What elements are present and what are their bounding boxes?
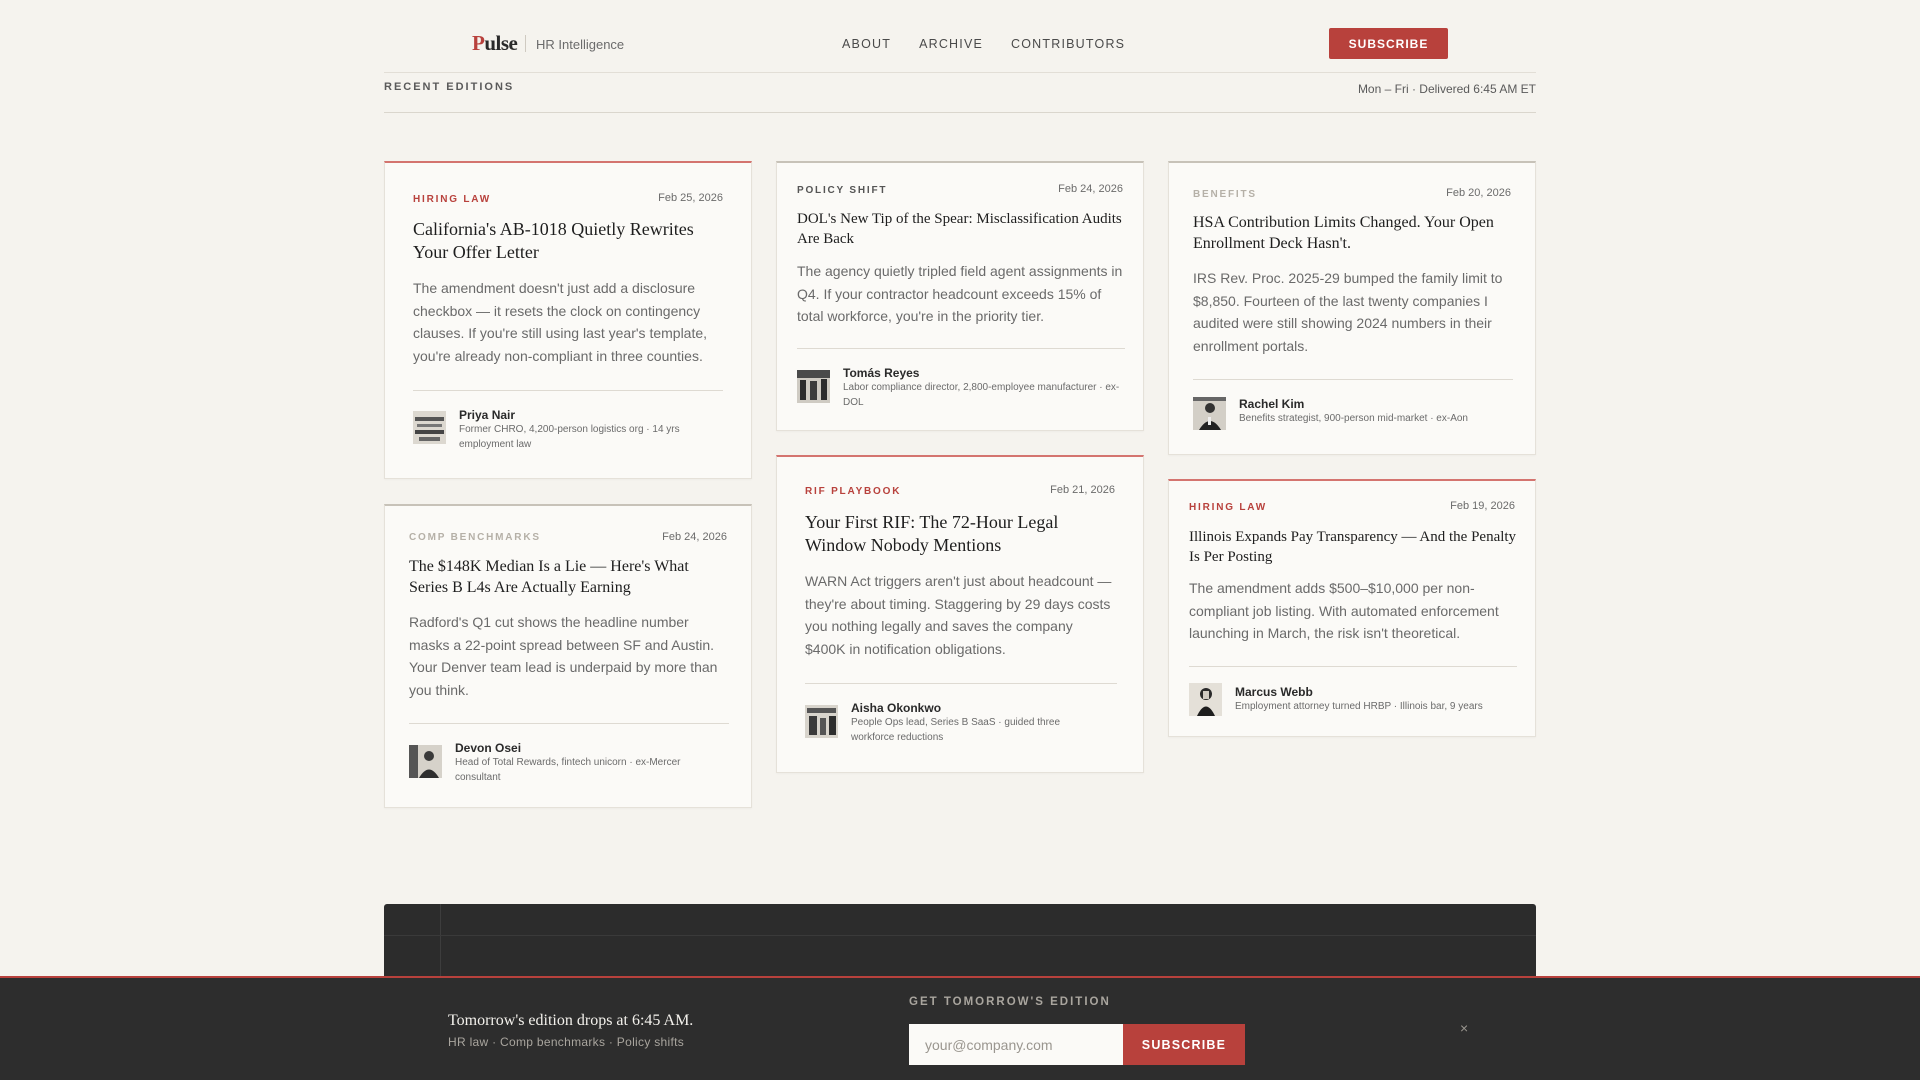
author-name[interactable]: Devon Osei [455,741,521,755]
card-title[interactable]: The $148K Median Is a Lie — Here's What … [409,557,729,599]
card-title[interactable]: Your First RIF: The 72-Hour Legal Window… [805,511,1117,558]
dark-feature-block [384,904,1536,978]
edition-card[interactable]: BENEFITS Feb 20, 2026 HSA Contribution L… [1168,161,1536,455]
email-input[interactable] [909,1024,1123,1065]
card-divider [409,723,729,724]
author-name[interactable]: Marcus Webb [1235,685,1313,699]
author-bio: Head of Total Rewards, fintech unicorn ·… [455,757,681,783]
block-gridline [440,904,441,978]
card-divider [413,390,723,391]
author-bio: Labor compliance director, 2,800-employe… [843,382,1120,408]
card-title[interactable]: California's AB-1018 Quietly Rewrites Yo… [413,218,725,265]
card-date: Feb 21, 2026 [1050,484,1115,496]
card-excerpt: The amendment doesn't just add a disclos… [413,280,708,365]
edition-card[interactable]: POLICY SHIFT Feb 24, 2026 DOL's New Tip … [776,161,1144,431]
author-avatar [797,370,830,403]
card-excerpt: Radford's Q1 cut shows the headline numb… [409,614,718,699]
card-tag: POLICY SHIFT [797,185,888,196]
edition-card[interactable]: RIF PLAYBOOK Feb 21, 2026 Your First RIF… [776,455,1144,773]
section-title: RECENT EDITIONS [384,81,515,93]
edition-card[interactable]: HIRING LAW Feb 25, 2026 California's AB-… [384,161,752,479]
section-divider [384,112,1536,113]
card-excerpt: The amendment adds $500–$10,000 per non-… [1189,580,1499,642]
signup-label: GET TOMORROW'S EDITION [909,996,1111,1008]
card-excerpt: WARN Act triggers aren't just about head… [805,573,1112,658]
card-tag: COMP BENCHMARKS [409,532,541,543]
sticky-subscribe-bar: Tomorrow's edition drops at 6:45 AM. HR … [0,976,1920,1080]
nav-archive[interactable]: ARCHIVE [919,37,983,51]
main-nav: ABOUT ARCHIVE CONTRIBUTORS [842,37,1153,51]
card-title[interactable]: DOL's New Tip of the Spear: Misclassific… [797,210,1125,249]
author-avatar [409,745,442,778]
author-name[interactable]: Tomás Reyes [843,366,919,380]
edition-card[interactable]: COMP BENCHMARKS Feb 24, 2026 The $148K M… [384,504,752,808]
site-header: Pulse HR Intelligence ABOUT ARCHIVE CONT… [0,0,1920,73]
card-date: Feb 25, 2026 [658,192,723,204]
nav-about[interactable]: ABOUT [842,37,891,51]
card-date: Feb 24, 2026 [662,531,727,543]
card-divider [797,348,1125,349]
card-tag: RIF PLAYBOOK [805,486,902,497]
brand-logo[interactable]: Pulse [472,31,518,56]
card-date: Feb 19, 2026 [1450,500,1515,512]
block-gridline [384,935,1536,936]
author-bio: Benefits strategist, 900-person mid-mark… [1239,413,1468,424]
author-bio: Employment attorney turned HRBP · Illino… [1235,701,1483,712]
nav-contributors[interactable]: CONTRIBUTORS [1011,37,1125,51]
author-avatar [1193,397,1226,430]
card-tag: HIRING LAW [1189,502,1267,513]
author-bio: Former CHRO, 4,200-person logistics org … [459,424,680,450]
card-excerpt: IRS Rev. Proc. 2025-29 bumped the family… [1193,270,1503,355]
author-name[interactable]: Rachel Kim [1239,397,1304,411]
card-tag: HIRING LAW [413,194,491,205]
delivery-schedule: Mon – Fri · Delivered 6:45 AM ET [1357,82,1536,96]
sticky-subscribe-button[interactable]: SUBSCRIBE [1123,1024,1245,1065]
author-name[interactable]: Priya Nair [459,408,515,422]
edition-card[interactable]: HIRING LAW Feb 19, 2026 Illinois Expands… [1168,479,1536,737]
author-avatar [413,411,446,444]
author-name[interactable]: Aisha Okonkwo [851,701,941,715]
card-date: Feb 24, 2026 [1058,183,1123,195]
card-title[interactable]: HSA Contribution Limits Changed. Your Op… [1193,213,1513,255]
card-title[interactable]: Illinois Expands Pay Transparency — And … [1189,528,1517,567]
card-divider [805,683,1117,684]
card-tag: BENEFITS [1193,189,1257,200]
author-bio: People Ops lead, Series B SaaS · guided … [851,717,1061,743]
close-icon[interactable]: × [1460,1020,1468,1036]
author-avatar [805,705,838,738]
brand-tagline: HR Intelligence [536,37,625,52]
author-avatar [1189,683,1222,716]
card-divider [1193,379,1513,380]
brand-divider [525,35,526,52]
sticky-topics: HR law · Comp benchmarks · Policy shifts [448,1035,685,1049]
header-subscribe-button[interactable]: SUBSCRIBE [1329,28,1448,59]
header-divider [384,72,1536,73]
sticky-headline: Tomorrow's edition drops at 6:45 AM. [448,1012,694,1029]
card-excerpt: The agency quietly tripled field agent a… [797,263,1123,325]
card-divider [1189,666,1517,667]
card-date: Feb 20, 2026 [1446,187,1511,199]
